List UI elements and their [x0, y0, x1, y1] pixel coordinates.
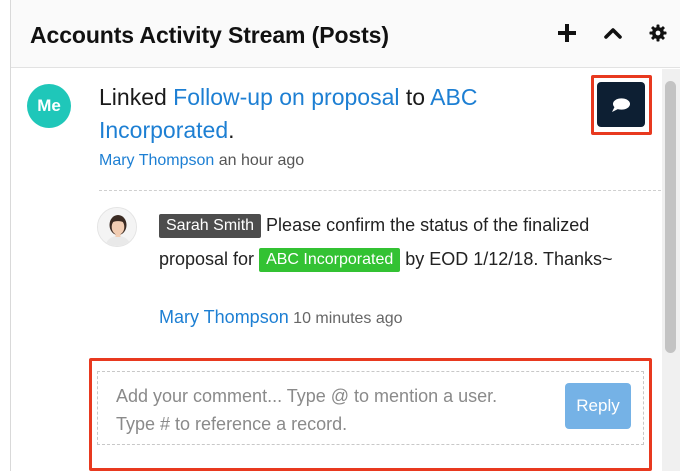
- comment-button[interactable]: [597, 82, 645, 127]
- related-record-link[interactable]: Follow-up on proposal: [173, 84, 399, 110]
- reply-author-link[interactable]: Mary Thompson: [159, 307, 289, 327]
- scrollbar[interactable]: [662, 69, 680, 471]
- activity-stream: Me Linked Follow-up on proposal to ABC I…: [11, 69, 661, 471]
- comment-input[interactable]: [116, 382, 536, 438]
- activity-stream-dashlet: Accounts Activity Stream (Posts) Me Link…: [10, 0, 680, 471]
- avatar[interactable]: [97, 207, 137, 247]
- reply-time: 10 minutes ago: [288, 310, 403, 327]
- comment-form: Reply: [97, 371, 644, 445]
- post-meta: Mary Thompson an hour ago: [99, 152, 304, 170]
- gear-icon[interactable]: [643, 18, 673, 48]
- reply-meta: Mary Thompson 10 minutes ago: [159, 307, 403, 328]
- dashlet-title: Accounts Activity Stream (Posts): [30, 22, 389, 48]
- comment-icon: [612, 97, 630, 112]
- post-author-link[interactable]: Mary Thompson: [99, 152, 214, 169]
- collapse-icon[interactable]: [598, 18, 628, 48]
- scrollbar-thumb[interactable]: [665, 81, 676, 353]
- dashlet-header: Accounts Activity Stream (Posts): [11, 0, 680, 68]
- avatar[interactable]: Me: [27, 84, 71, 128]
- plus-icon[interactable]: [552, 18, 582, 48]
- mention-tag[interactable]: Sarah Smith: [159, 214, 262, 238]
- post-text: Linked Follow-up on proposal to ABC Inco…: [99, 84, 478, 143]
- record-tag[interactable]: ABC Incorporated: [259, 248, 401, 272]
- reply-button[interactable]: Reply: [565, 383, 631, 429]
- post-time: an hour ago: [214, 152, 305, 169]
- reply-text: Sarah Smith Please confirm the status of…: [159, 208, 629, 276]
- divider: [99, 190, 661, 191]
